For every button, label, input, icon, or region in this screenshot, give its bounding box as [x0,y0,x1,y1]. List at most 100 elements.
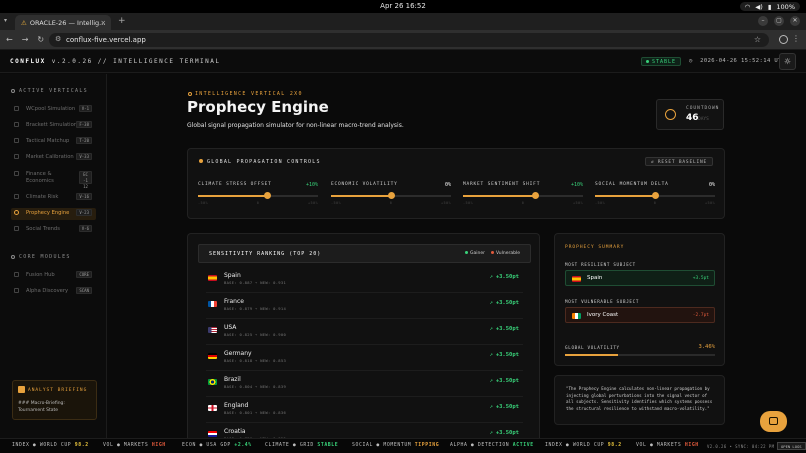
slider-label: CLIMATE STRESS OFFSET [198,182,272,187]
sidebar-item-alpha[interactable]: Alpha Discovery SCAN [11,286,96,298]
ranking-legend: Gainer Vulnerable [459,251,520,256]
table-row[interactable]: CroatiaBASE: 0.790 → NEW: 0.825↗+3.50pt [206,424,523,438]
new-tab-button[interactable]: + [118,16,126,26]
resilient-subject[interactable]: Spain +3.5pt [565,270,715,286]
sidebar-item-social[interactable]: Social Trends V-6 [11,224,96,236]
controls-title-text: GLOBAL PROPAGATION CONTROLS [207,159,321,165]
table-row[interactable]: USA BASE: 0.825 → NEW: 0.900 ↗ +3.50pt [206,320,523,345]
controls-title: GLOBAL PROPAGATION CONTROLS [199,159,321,165]
slider-handle[interactable] [531,192,539,199]
delta-text: +3.50pt [495,352,519,358]
delta-value: ↗ +3.50pt [490,300,520,306]
slider-handle[interactable] [651,192,659,199]
gainer-dot-icon [465,251,469,254]
flag-icon [208,301,217,307]
sidebar-item-market[interactable]: Market Calibration V-33 [11,152,96,164]
slider-climate-stress[interactable]: CLIMATE STRESS OFFSET +10% -50% 0 +50% [198,182,318,212]
description-text: "The Prophecy Engine calculates non-line… [566,386,713,411]
sidebar-item-label: Market Calibration [26,154,74,160]
sidebar-item-wcpool[interactable]: WCpool Simulation V-1 [11,104,96,116]
tick-mid: 0 [653,201,657,205]
countdown-value: 46 [686,113,699,123]
bookmark-star-icon[interactable]: ☆ [754,35,761,44]
ticker-value: STABLE [317,443,339,448]
fusion-icon [14,272,19,277]
page-eyebrow: INTELLIGENCE VERTICAL 2X0 [188,91,303,97]
slider-handle[interactable] [264,192,272,199]
tick-max: +50% [307,201,318,205]
slider-fill [463,195,535,197]
tick-min: -50% [331,201,342,205]
sidebar-item-brackett[interactable]: Brackett Simulation F-38 [11,120,96,132]
score-change: BASE: 0.879 → NEW: 0.914 [224,306,287,311]
market-icon [14,154,19,159]
url-text: conflux-five.vercel.app [66,36,146,44]
tick-max: +50% [704,201,715,205]
prophecy-icon [14,210,19,215]
slider-track[interactable] [331,192,451,199]
minimize-icon[interactable]: – [758,16,768,26]
flag-icon [208,353,217,359]
flag-icon [572,313,581,319]
slider-label: ECONOMIC VOLATILITY [331,182,398,187]
close-window-icon[interactable]: ✕ [790,16,800,26]
tick-mid: 0 [389,201,393,205]
url-input[interactable]: ⚙ conflux-five.vercel.app ☆ [49,33,769,47]
tab-list-chevron-icon[interactable]: ▾ [4,17,7,24]
forward-icon[interactable]: → [22,35,29,44]
theme-toggle-button[interactable]: ☼ [779,53,796,70]
slider-track[interactable] [463,192,583,199]
slider-handle[interactable] [387,192,395,199]
os-top-bar: Apr 26 16:52 ◠ ◀) ▮ 100% [0,0,806,19]
slider-track[interactable] [198,192,318,199]
ranking-title: SENSITIVITY RANKING (TOP 20) [209,251,322,257]
sidebar-item-fusion[interactable]: Fusion Hub CORE [11,270,96,282]
delta-value: ↗ +3.50pt [490,404,520,410]
sidebar-item-prophecy[interactable]: Prophecy Engine V-23 [11,208,96,220]
profile-icon[interactable] [779,35,788,44]
close-tab-icon[interactable]: ✕ [101,19,106,27]
slider-ticks: -50% 0 +50% [463,201,583,205]
vulnerable-subject[interactable]: Ivory Coast -2.7pt [565,307,715,323]
table-row[interactable]: England BASE: 0.801 → NEW: 0.836 ↗ +3.50pt [206,398,523,423]
flag-icon [208,327,217,333]
chat-button[interactable] [760,411,787,432]
country-name: Brazil [224,376,241,383]
tick-max: +50% [572,201,583,205]
slider-economic-volatility[interactable]: ECONOMIC VOLATILITY 0% -50% 0 +50% [331,182,451,212]
browser-menu-icon[interactable]: ⋮ [792,34,800,43]
country-name: Croatia [224,428,246,435]
sidebar-item-tactical[interactable]: Tactical Matchup T-20 [11,136,96,148]
table-row[interactable]: Brazil BASE: 0.804 → NEW: 0.839 ↗ +3.50pt [206,372,523,397]
slider-social-momentum[interactable]: SOCIAL MOMENTUM DELTA 0% -50% 0 +50% [595,182,715,212]
table-row[interactable]: Germany BASE: 0.818 → NEW: 0.853 ↗ +3.50pt [206,346,523,371]
warning-icon: ⚠ [21,19,27,27]
volatility-fill [565,354,618,356]
ticker-item: CLIMATE ● GRID STABLE [265,443,338,448]
table-row[interactable]: France BASE: 0.879 → NEW: 0.914 ↗ +3.50pt [206,294,523,319]
system-tray[interactable]: ◠ ◀) ▮ 100% [739,2,800,11]
climate-icon [14,194,19,199]
flag-icon [208,431,217,437]
analyst-briefing-card[interactable]: ANALYST BRIEFING ### Macro-Briefing: Tou… [12,380,97,420]
sidebar-item-climate[interactable]: Climate Risk V-16 [11,192,96,204]
slider-market-sentiment[interactable]: MARKET SENTIMENT SHIFT +10% -50% 0 +50% [463,182,583,212]
browser-tab[interactable]: ⚠ ORACLE-26 — Intellig... ✕ [15,15,111,30]
slider-track[interactable] [595,192,715,199]
maximize-icon[interactable]: ▢ [774,16,784,26]
brand[interactable]: CONFLUX v.2.0.26 // INTELLIGENCE TERMINAL [10,58,221,65]
site-info-icon[interactable]: ⚙ [55,35,61,43]
delta-value: ↗ +3.50pt [490,430,520,436]
tick-min: -50% [463,201,474,205]
sidebar-item-finance[interactable]: Finance & Economics EC-112 [11,169,96,189]
reset-baseline-button[interactable]: ↺ RESET BASELINE [644,157,713,166]
reload-icon[interactable]: ↻ [37,35,44,44]
table-row[interactable]: Spain BASE: 0.887 → NEW: 0.931 ↗ +3.50pt [206,268,523,293]
os-clock[interactable]: Apr 26 16:52 [0,2,806,10]
back-icon[interactable]: ← [6,35,13,44]
open-logs-button[interactable]: OPEN LOGS [777,442,806,450]
ranking-header: SENSITIVITY RANKING (TOP 20) Gainer Vulne… [198,244,531,263]
volatility-value: 3.46% [698,344,715,350]
simulation-icon [14,106,19,111]
slider-fill [595,195,655,197]
